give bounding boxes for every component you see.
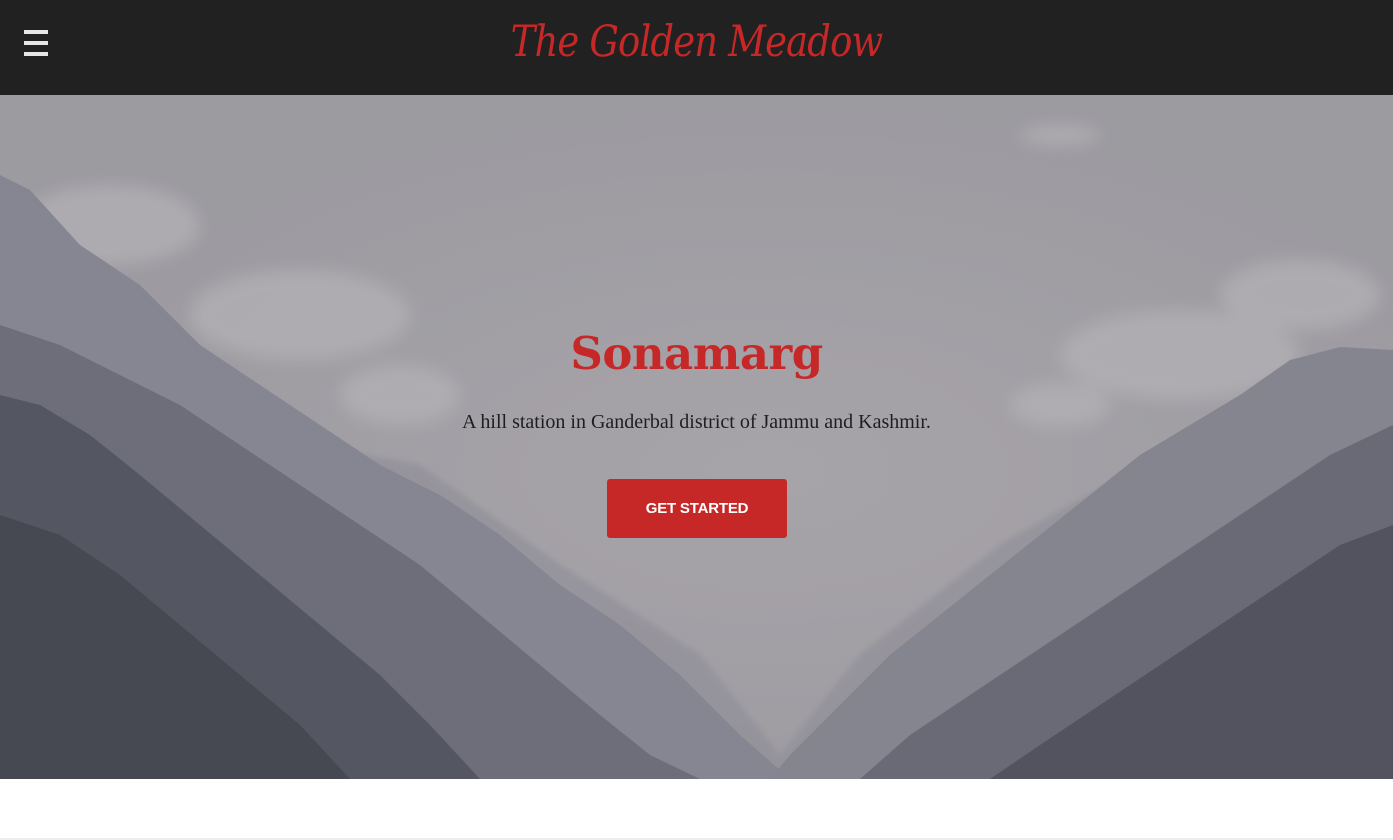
- mountain-background-image: [0, 95, 1393, 779]
- site-brand-title[interactable]: The Golden Meadow: [98, 8, 1296, 76]
- hamburger-menu-icon[interactable]: [24, 30, 48, 58]
- hero-title: Sonamarg: [570, 327, 823, 380]
- hero-subtitle: A hill station in Ganderbal district of …: [462, 411, 931, 433]
- get-started-button[interactable]: GET STARTED: [607, 479, 787, 538]
- top-navbar: The Golden Meadow: [0, 0, 1393, 95]
- hero-section: Sonamarg A hill station in Ganderbal dis…: [0, 95, 1393, 779]
